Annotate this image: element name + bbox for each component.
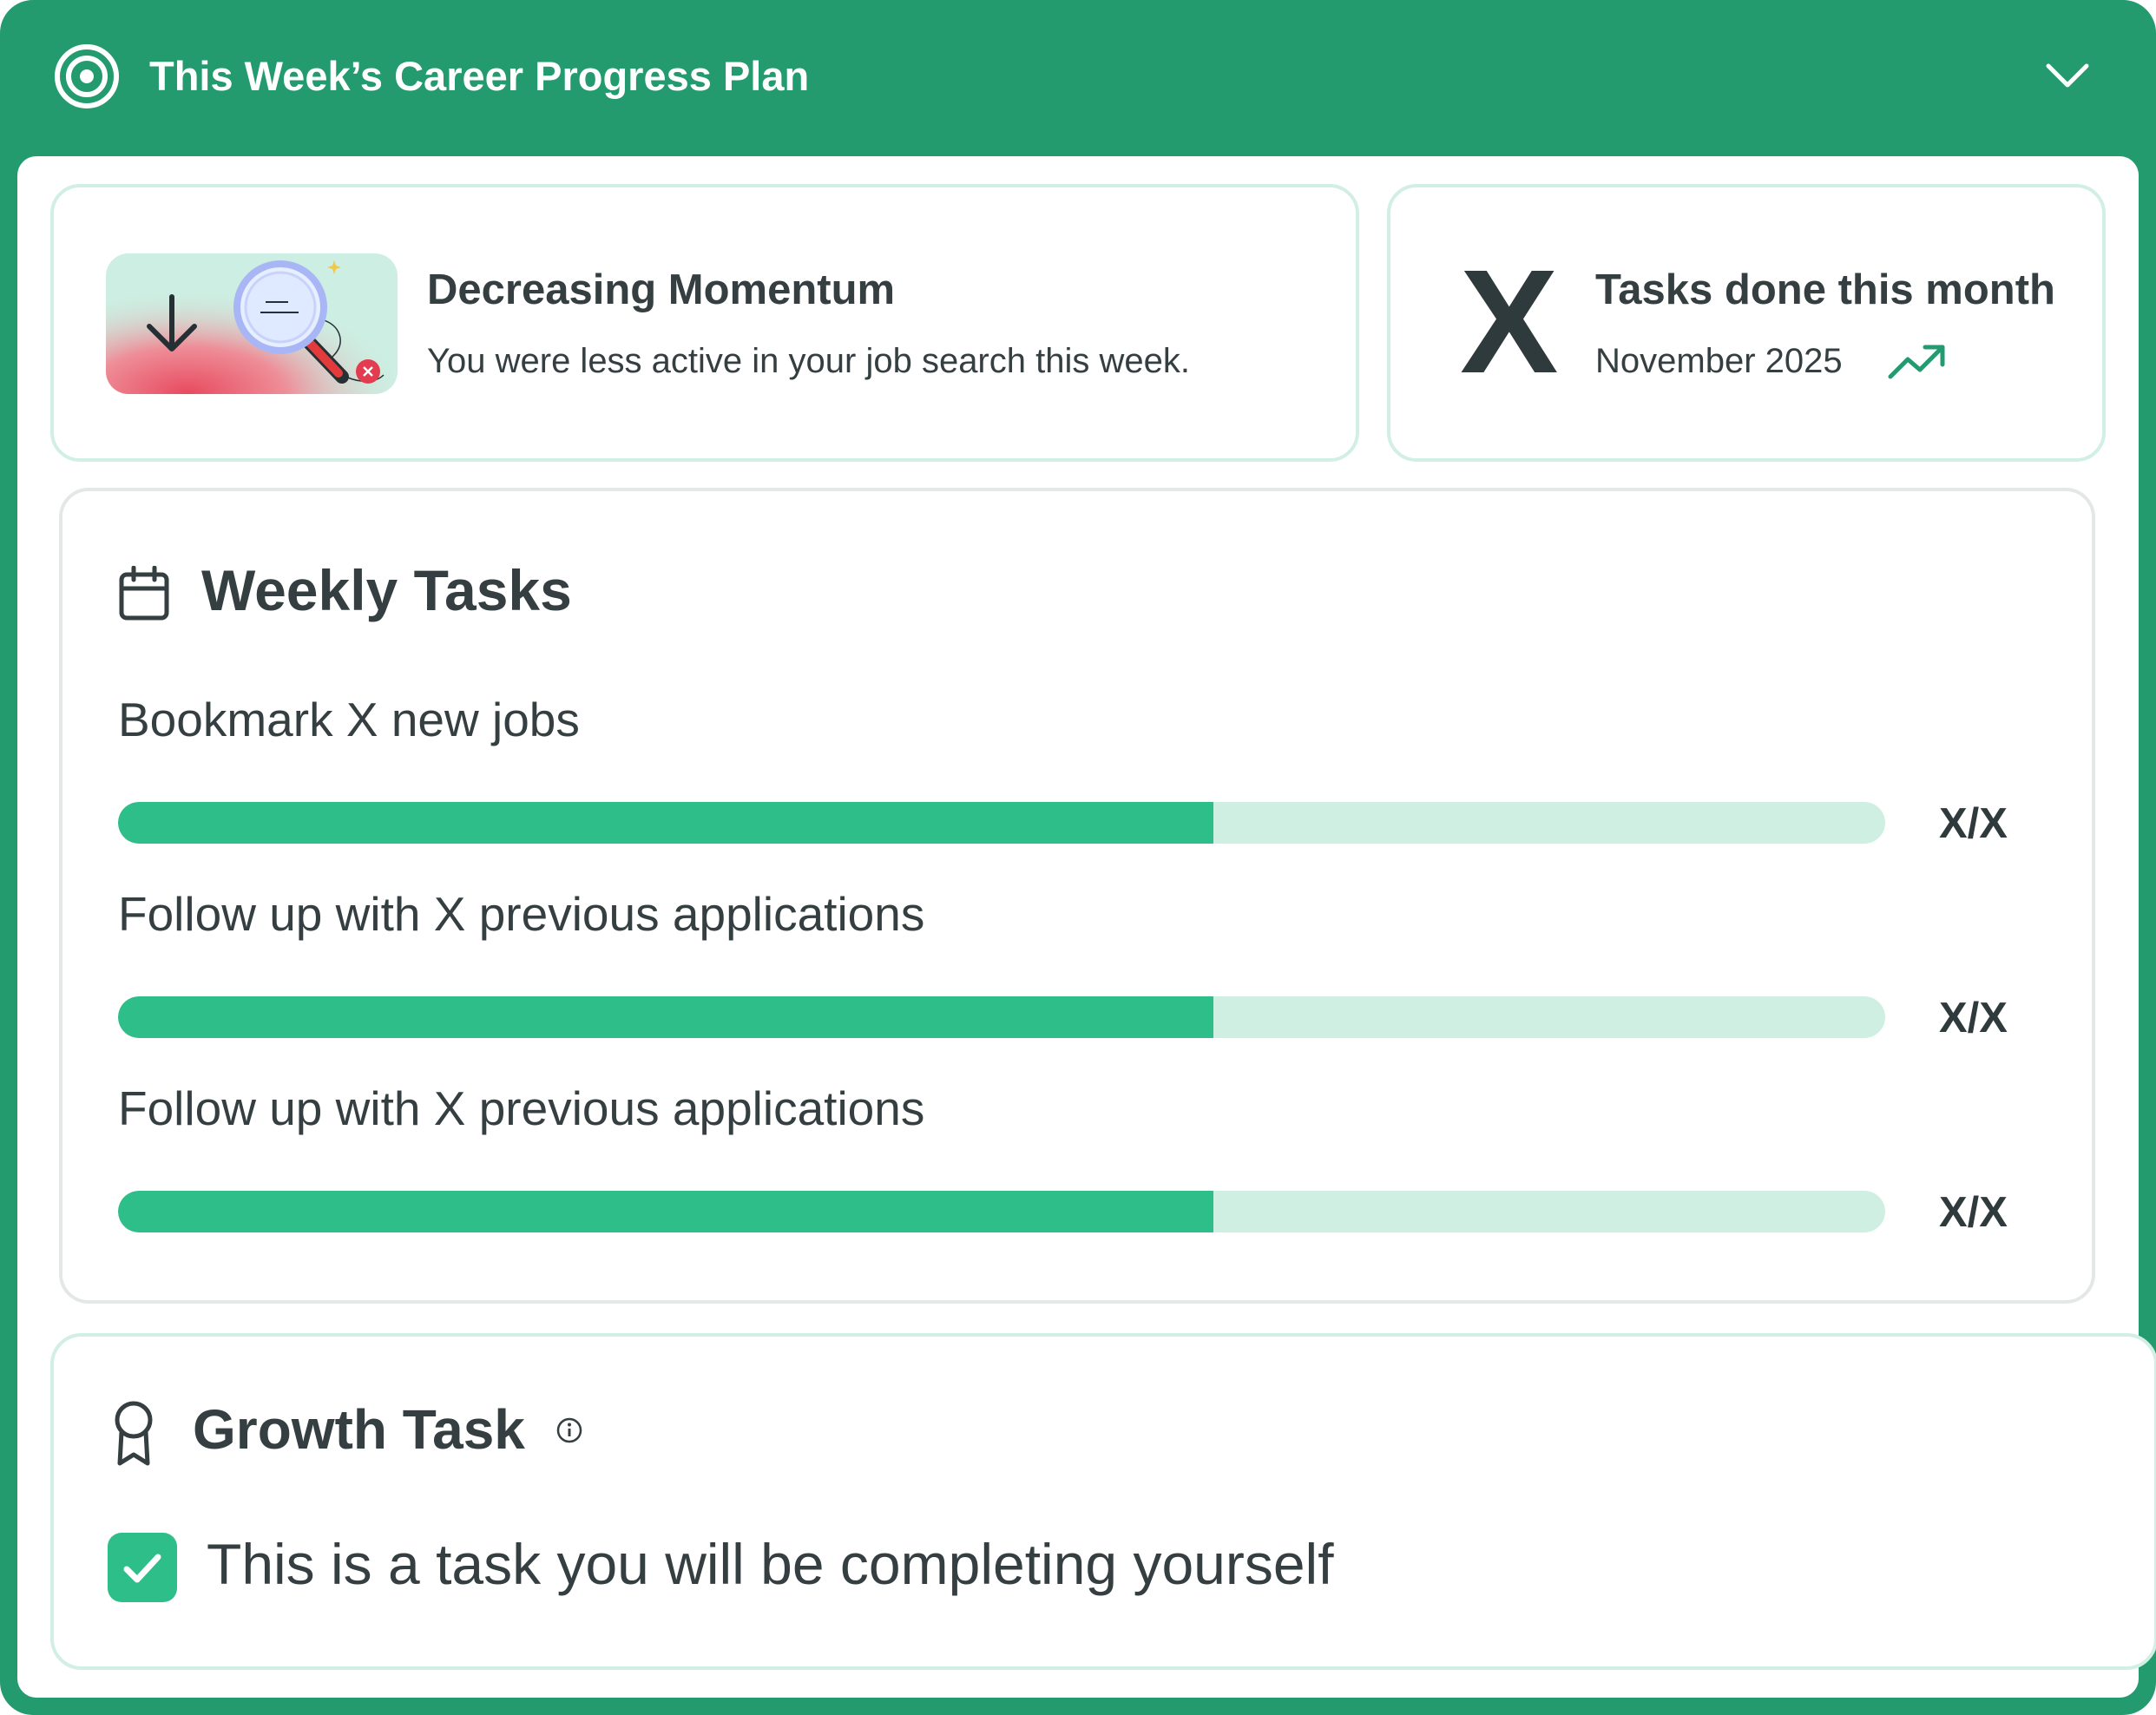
panel-title: This Week’s Career Progress Plan bbox=[149, 53, 810, 99]
growth-task-card: Growth Task This is a task you will be c… bbox=[50, 1333, 2156, 1670]
momentum-illustration bbox=[106, 253, 398, 394]
task-label: Follow up with X previous applications bbox=[118, 1081, 925, 1135]
weekly-task-item: Follow up with X previous applications X… bbox=[118, 885, 2062, 1059]
task-progress-fill bbox=[118, 802, 1214, 844]
trend-up-icon bbox=[1888, 345, 1945, 379]
momentum-description: You were less active in your job search … bbox=[427, 342, 1190, 380]
task-count: X/X bbox=[1939, 1189, 2008, 1236]
task-progress-bar bbox=[118, 1191, 1885, 1232]
award-ribbon-icon bbox=[115, 1401, 153, 1466]
growth-task-title: Growth Task bbox=[193, 1398, 525, 1461]
chevron-down-icon[interactable] bbox=[2041, 52, 2094, 101]
monthly-date: November 2025 bbox=[1595, 342, 1843, 380]
task-count: X/X bbox=[1939, 800, 2008, 847]
task-label: Follow up with X previous applications bbox=[118, 887, 925, 941]
info-icon[interactable] bbox=[555, 1416, 583, 1444]
task-progress-bar bbox=[118, 996, 1885, 1038]
task-progress-fill bbox=[118, 996, 1214, 1038]
task-label: Bookmark X new jobs bbox=[118, 693, 580, 746]
task-progress-fill bbox=[118, 1191, 1214, 1232]
weekly-tasks-title: Weekly Tasks bbox=[201, 558, 572, 622]
calendar-icon bbox=[119, 566, 169, 621]
checkmark-icon bbox=[123, 1554, 161, 1583]
momentum-card: Decreasing Momentum You were less active… bbox=[50, 184, 1359, 462]
weekly-task-item: Bookmark X new jobs X/X bbox=[118, 691, 2062, 864]
weekly-task-item: Follow up with X previous applications X… bbox=[118, 1080, 2062, 1253]
weekly-tasks-card: Weekly Tasks Bookmark X new jobs X/X Fol… bbox=[59, 488, 2095, 1304]
growth-task-checkbox[interactable] bbox=[108, 1533, 177, 1602]
panel-content: Decreasing Momentum You were less active… bbox=[17, 156, 2156, 1698]
target-icon bbox=[55, 44, 119, 108]
growth-task-text: This is a task you will be completing yo… bbox=[207, 1532, 1334, 1596]
momentum-title: Decreasing Momentum bbox=[427, 266, 896, 313]
task-count: X/X bbox=[1939, 995, 2008, 1041]
task-progress-bar bbox=[118, 802, 1885, 844]
monthly-tasks-card: X Tasks done this month November 2025 bbox=[1387, 184, 2106, 462]
monthly-task-count: X bbox=[1460, 240, 1559, 404]
monthly-tasks-title: Tasks done this month bbox=[1595, 266, 2055, 313]
career-plan-panel: This Week’s Career Progress Plan Decreas… bbox=[0, 0, 2156, 1715]
